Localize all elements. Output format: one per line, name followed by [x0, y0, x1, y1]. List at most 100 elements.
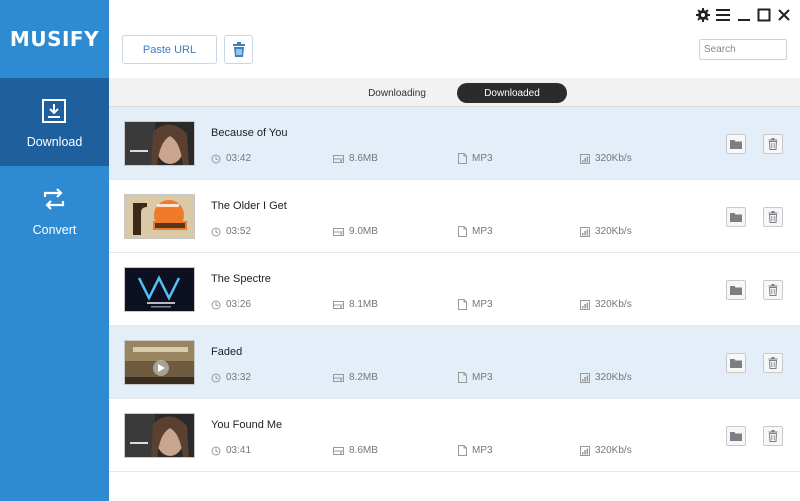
- format-value: MP3: [472, 153, 493, 164]
- duration: 03:42: [211, 153, 251, 164]
- clock-icon: [211, 300, 221, 309]
- drive-icon: [333, 300, 344, 309]
- chart-icon: [580, 153, 590, 164]
- search-input[interactable]: [699, 39, 787, 60]
- app-logo: MUSIFY: [9, 27, 100, 51]
- format-value: MP3: [472, 445, 493, 456]
- bitrate-value: 320Kb/s: [595, 299, 632, 310]
- song-title: Faded: [211, 346, 243, 358]
- drive-icon: [333, 446, 344, 455]
- duration: 03:26: [211, 299, 251, 310]
- delete-song-button[interactable]: [763, 353, 783, 373]
- sidebar-item-label: Download: [26, 135, 83, 149]
- file-format: MP3: [458, 372, 493, 383]
- duration: 03:52: [211, 226, 251, 237]
- bitrate: 320Kb/s: [580, 445, 632, 456]
- format-value: MP3: [472, 299, 493, 310]
- drive-icon: [333, 227, 344, 236]
- file-format: MP3: [458, 445, 493, 456]
- bitrate: 320Kb/s: [580, 226, 632, 237]
- file-size: 8.2MB: [333, 372, 378, 383]
- chart-icon: [580, 372, 590, 383]
- paste-url-button[interactable]: Paste URL: [122, 35, 217, 64]
- file-icon: [458, 372, 467, 383]
- album-thumbnail: [124, 121, 195, 166]
- duration-value: 03:26: [226, 299, 252, 310]
- maximize-icon: [757, 8, 771, 22]
- duration: 03:41: [211, 445, 251, 456]
- song-row[interactable]: You Found Me 03:41 8.6MB MP3 320Kb/s: [109, 399, 800, 472]
- trash-icon: [768, 357, 778, 369]
- open-folder-button[interactable]: [726, 134, 746, 154]
- convert-icon: [43, 188, 65, 210]
- size-value: 8.6MB: [349, 153, 378, 164]
- format-value: MP3: [472, 372, 493, 383]
- sidebar-item-convert[interactable]: Convert: [0, 166, 109, 254]
- album-thumbnail: [124, 267, 195, 312]
- song-row[interactable]: Faded 03:32 8.2MB MP3 320Kb/s: [109, 326, 800, 399]
- minimize-icon: [738, 19, 750, 21]
- trash-icon: [768, 430, 778, 442]
- close-button[interactable]: [776, 7, 792, 23]
- song-row[interactable]: Because of You 03:42 8.6MB MP3 320Kb/s: [109, 107, 800, 180]
- menu-icon: [716, 9, 730, 21]
- song-title: The Older I Get: [211, 200, 287, 212]
- delete-song-button[interactable]: [763, 207, 783, 227]
- trash-icon: [768, 138, 778, 150]
- chart-icon: [580, 226, 590, 237]
- song-row[interactable]: The Older I Get 03:52 9.0MB MP3 320Kb/s: [109, 180, 800, 253]
- close-icon: [778, 9, 790, 21]
- duration-value: 03:42: [226, 153, 252, 164]
- duration-value: 03:52: [226, 226, 252, 237]
- folder-icon: [730, 432, 742, 441]
- trash-icon: [768, 211, 778, 223]
- tab-downloaded[interactable]: Downloaded: [457, 83, 567, 103]
- size-value: 9.0MB: [349, 226, 378, 237]
- song-row[interactable]: The Spectre 03:26 8.1MB MP3 320Kb/s: [109, 253, 800, 326]
- drive-icon: [333, 373, 344, 382]
- delete-all-button[interactable]: [224, 35, 253, 64]
- clock-icon: [211, 373, 221, 382]
- bitrate: 320Kb/s: [580, 299, 632, 310]
- song-title: You Found Me: [211, 419, 283, 431]
- delete-song-button[interactable]: [763, 280, 783, 300]
- duration-value: 03:32: [226, 372, 252, 383]
- bitrate: 320Kb/s: [580, 372, 632, 383]
- sidebar: MUSIFY Download Convert: [0, 0, 109, 501]
- sidebar-item-download[interactable]: Download: [0, 78, 109, 166]
- folder-icon: [730, 286, 742, 295]
- settings-button[interactable]: [695, 7, 711, 23]
- open-folder-button[interactable]: [726, 207, 746, 227]
- chart-icon: [580, 445, 590, 456]
- open-folder-button[interactable]: [726, 353, 746, 373]
- tab-downloading[interactable]: Downloading: [342, 83, 452, 103]
- album-thumbnail: [124, 413, 195, 458]
- file-icon: [458, 153, 467, 164]
- delete-song-button[interactable]: [763, 426, 783, 446]
- chart-icon: [580, 299, 590, 310]
- file-size: 8.6MB: [333, 153, 378, 164]
- delete-song-button[interactable]: [763, 134, 783, 154]
- minimize-button[interactable]: [736, 7, 752, 23]
- open-folder-button[interactable]: [726, 426, 746, 446]
- bitrate-value: 320Kb/s: [595, 226, 632, 237]
- menu-button[interactable]: [715, 7, 731, 23]
- bitrate-value: 320Kb/s: [595, 445, 632, 456]
- clock-icon: [211, 227, 221, 236]
- album-thumbnail: [124, 194, 195, 239]
- song-title: The Spectre: [211, 273, 271, 285]
- format-value: MP3: [472, 226, 493, 237]
- bitrate-value: 320Kb/s: [595, 153, 632, 164]
- download-icon: [42, 99, 66, 123]
- folder-icon: [730, 140, 742, 149]
- open-folder-button[interactable]: [726, 280, 746, 300]
- sidebar-item-label: Convert: [32, 223, 77, 237]
- album-thumbnail: [124, 340, 195, 385]
- clock-icon: [211, 446, 221, 455]
- file-format: MP3: [458, 299, 493, 310]
- bitrate: 320Kb/s: [580, 153, 632, 164]
- trash-icon: [768, 284, 778, 296]
- folder-icon: [730, 213, 742, 222]
- maximize-button[interactable]: [756, 7, 772, 23]
- file-icon: [458, 445, 467, 456]
